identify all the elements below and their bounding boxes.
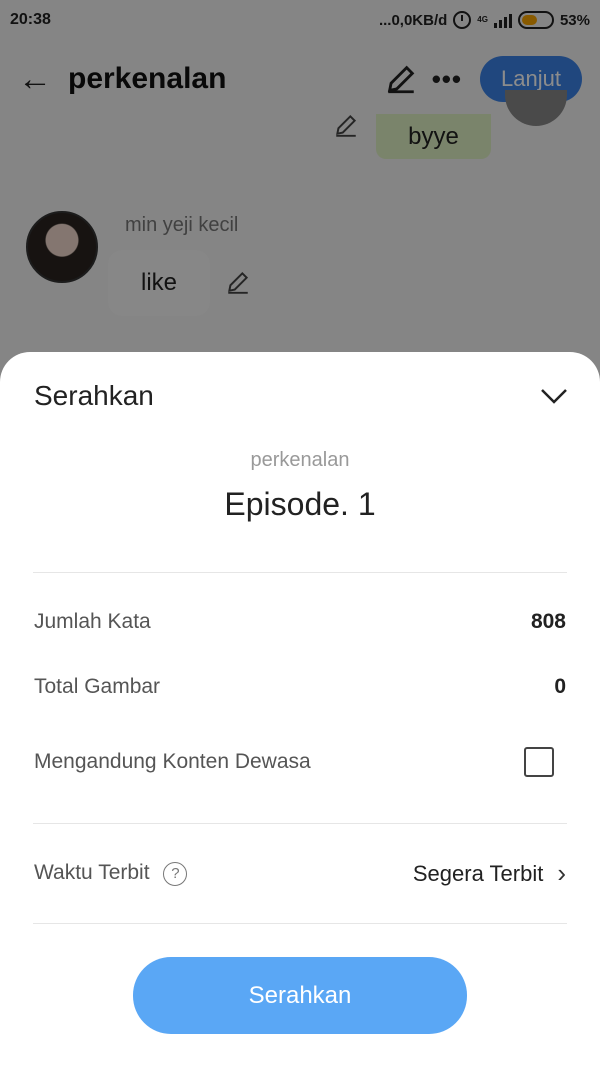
image-count-label: Total Gambar: [34, 675, 161, 698]
divider: [33, 572, 567, 573]
word-count-value: 808: [530, 610, 566, 633]
adult-content-checkbox[interactable]: [524, 747, 554, 777]
publish-time-value: Segera Terbit: [412, 860, 544, 886]
divider: [33, 923, 567, 924]
episode-label: Episode. 1: [224, 486, 376, 522]
submit-button[interactable]: Serahkan: [133, 957, 467, 1034]
image-count-row: Total Gambar 0: [34, 675, 566, 699]
publish-time-label-group: Waktu Terbit ?: [34, 861, 188, 886]
sheet-title: Serahkan: [34, 380, 154, 411]
chevron-right-icon: ›: [557, 858, 566, 888]
sheet-header: Serahkan: [34, 380, 570, 412]
image-count-value: 0: [554, 675, 566, 698]
divider: [33, 823, 567, 824]
chevron-down-icon[interactable]: [538, 380, 570, 412]
word-count-label: Jumlah Kata: [34, 610, 151, 633]
adult-content-row: Mengandung Konten Dewasa: [34, 747, 566, 777]
story-name: perkenalan: [250, 449, 350, 471]
adult-content-label: Mengandung Konten Dewasa: [34, 750, 311, 773]
publish-time-label: Waktu Terbit: [34, 861, 150, 885]
submit-bottom-sheet: Serahkan perkenalan Episode. 1 Jumlah Ka…: [0, 352, 600, 1067]
word-count-row: Jumlah Kata 808: [34, 610, 566, 634]
help-icon[interactable]: ?: [163, 861, 188, 886]
publish-time-selector[interactable]: Segera Terbit ›: [413, 858, 566, 889]
publish-time-row[interactable]: Waktu Terbit ? Segera Terbit ›: [34, 858, 566, 889]
